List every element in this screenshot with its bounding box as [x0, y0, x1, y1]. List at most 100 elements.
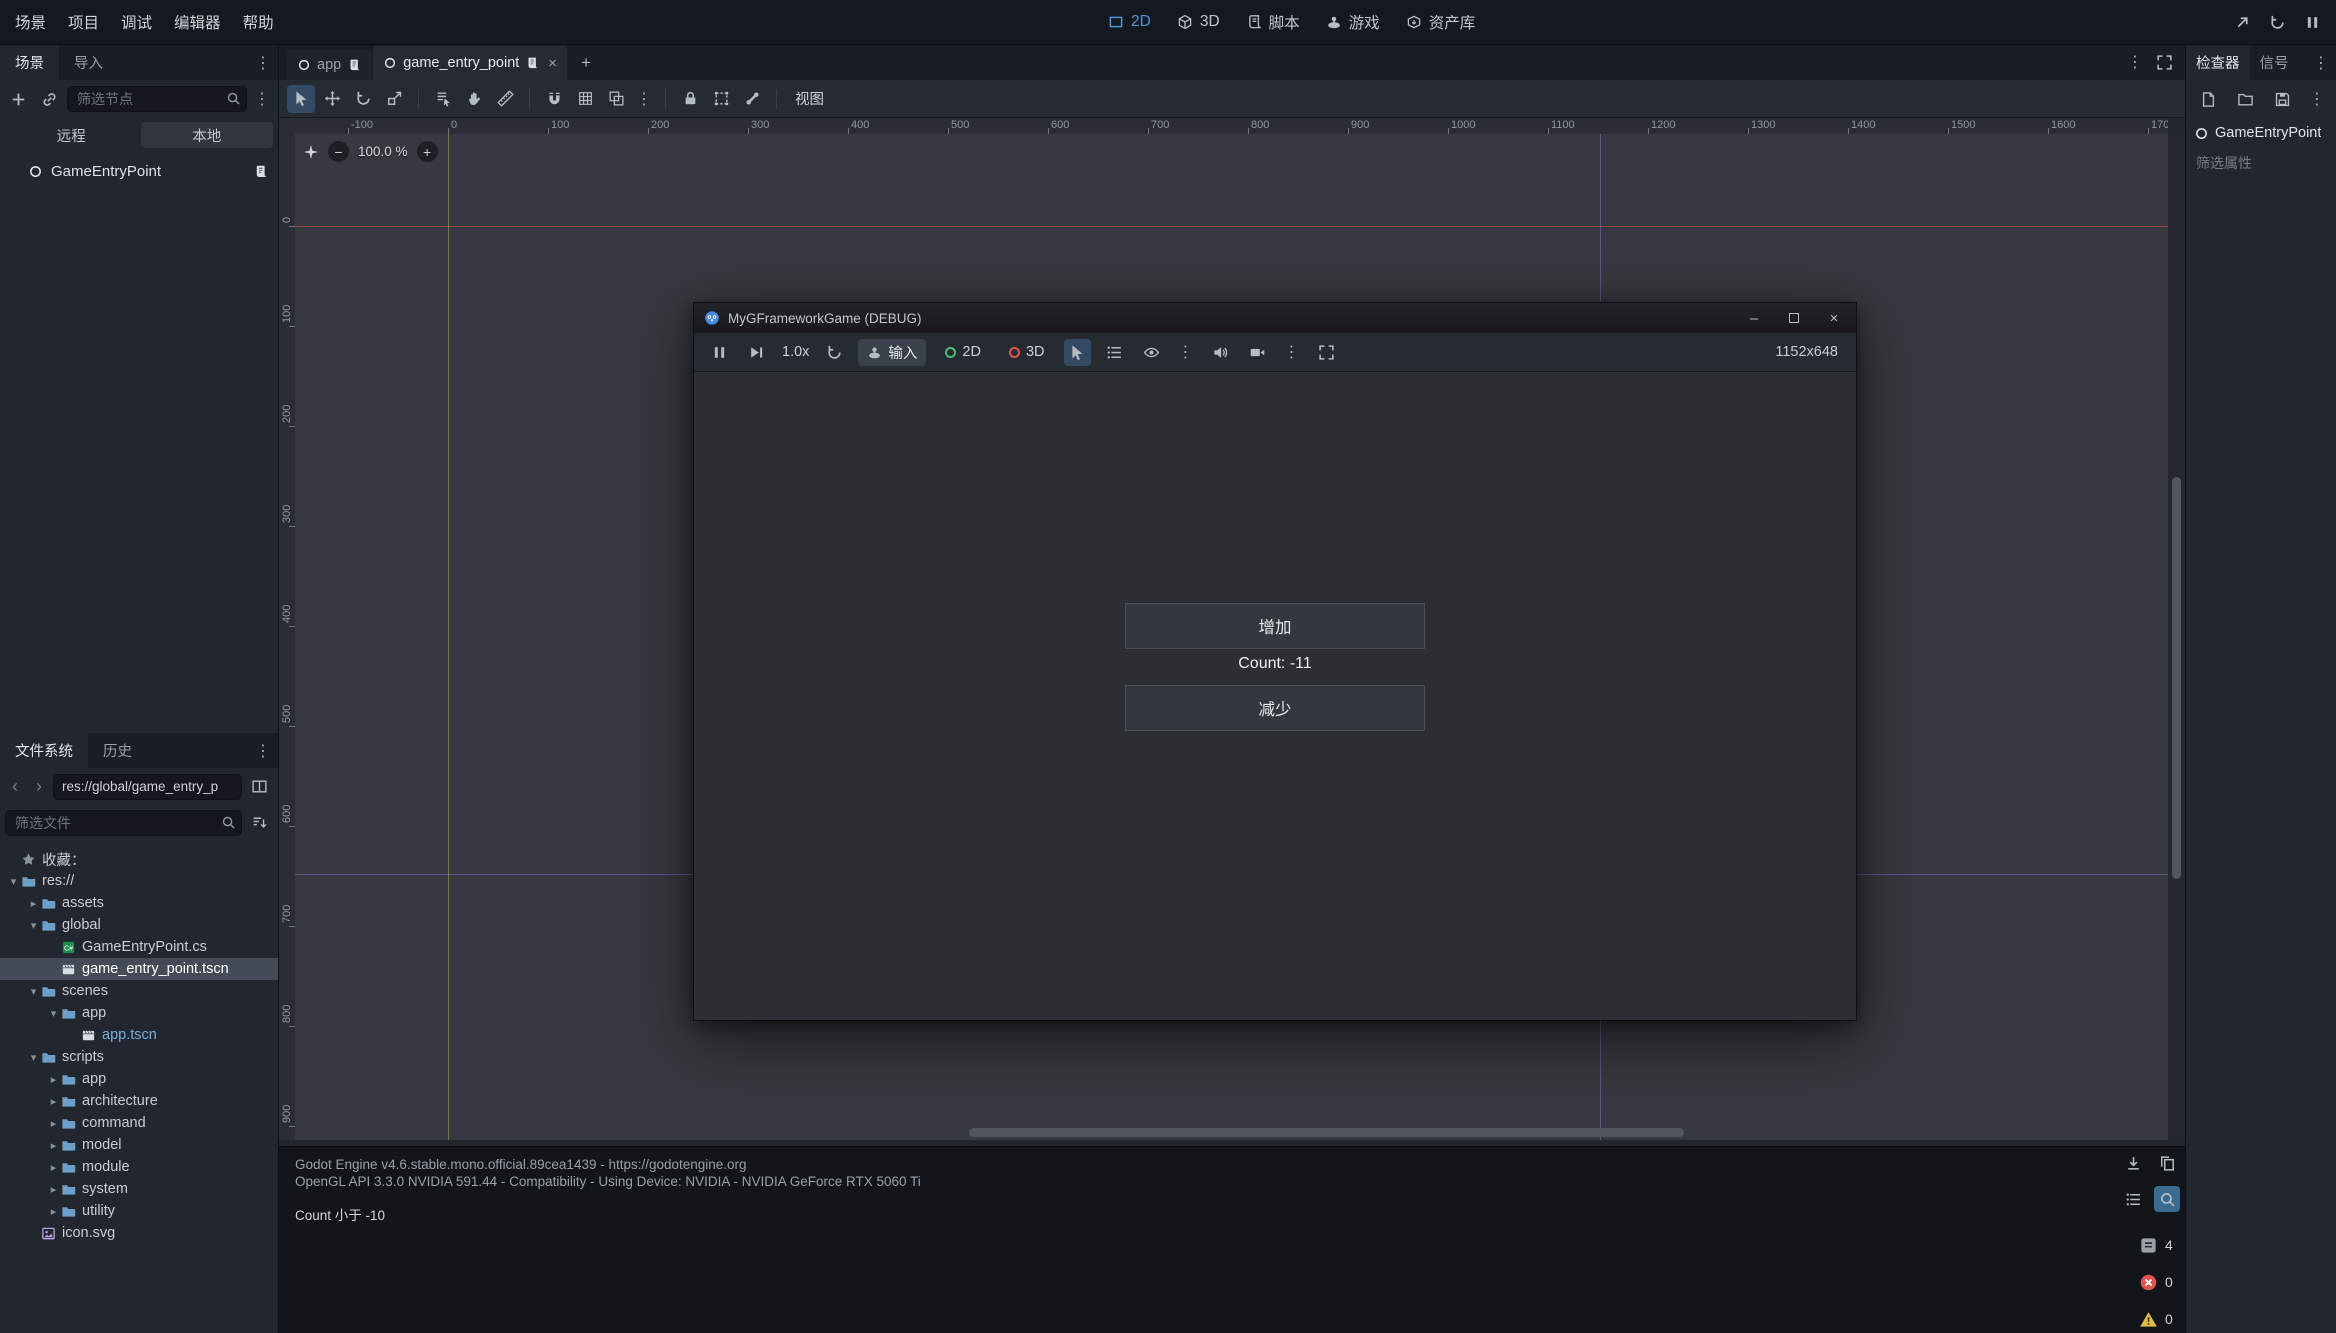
fs-tree-item[interactable]: GameEntryPoint.cs — [0, 936, 278, 958]
zoom-percent-button[interactable]: 100.0 % — [358, 144, 408, 159]
fullscreen-button[interactable] — [1313, 339, 1340, 366]
load-resource-button[interactable] — [2232, 86, 2259, 113]
game-viewport[interactable]: 增加 Count: -11 减少 — [694, 372, 1856, 1020]
suspend-button[interactable] — [706, 339, 733, 366]
expand-arrow[interactable]: ▾ — [26, 1051, 41, 1064]
filter-nodes-input[interactable] — [67, 86, 247, 112]
expand-arrow[interactable]: ▸ — [46, 1205, 61, 1218]
scene-tab-game-entry-point[interactable]: game_entry_point × — [373, 46, 567, 80]
audio-toggle-button[interactable] — [1207, 339, 1234, 366]
save-resource-button[interactable] — [2269, 86, 2296, 113]
expand-arrow[interactable]: ▾ — [26, 919, 41, 932]
canvas-horizontal-scrollbar[interactable] — [969, 1128, 1684, 1137]
menu-debug[interactable]: 调试 — [110, 0, 163, 44]
script-icon[interactable] — [525, 56, 539, 70]
increase-button[interactable]: 增加 — [1125, 603, 1425, 649]
minimize-button[interactable]: – — [1734, 303, 1774, 333]
expand-arrow[interactable]: ▸ — [46, 1183, 61, 1196]
fs-tree-item[interactable]: ▸system — [0, 1178, 278, 1200]
history-back-button[interactable]: ‹ — [5, 775, 25, 799]
pause-button[interactable] — [2299, 9, 2326, 36]
fs-tree-item[interactable]: ▸architecture — [0, 1090, 278, 1112]
rotate-tool-button[interactable] — [349, 85, 377, 113]
zoom-in-button[interactable]: + — [417, 141, 438, 162]
filter-properties-input[interactable]: 筛选属性 — [2186, 148, 2336, 178]
open-script-icon[interactable] — [253, 164, 268, 179]
input-mode-toggle[interactable]: 输入 — [858, 339, 926, 366]
game-window[interactable]: MyGFrameworkGame (DEBUG) – × 1.0x 输入 2D — [693, 302, 1857, 1021]
fs-tree-item[interactable]: ▸app — [0, 1068, 278, 1090]
close-tab-icon[interactable]: × — [548, 55, 557, 72]
tab-scene[interactable]: 场景 — [0, 45, 59, 80]
decrease-button[interactable]: 减少 — [1125, 685, 1425, 731]
expand-arrow[interactable]: ▸ — [46, 1117, 61, 1130]
ruler-tool-button[interactable] — [491, 85, 519, 113]
new-scene-tab-button[interactable]: + — [573, 50, 599, 76]
search-log-button[interactable] — [2154, 1186, 2180, 1212]
mode-3d-toggle[interactable]: 3D — [1000, 341, 1054, 363]
snap-toggle-button[interactable] — [540, 85, 568, 113]
scene-root-node[interactable]: GameEntryPoint — [0, 158, 278, 184]
game-window-titlebar[interactable]: MyGFrameworkGame (DEBUG) – × — [694, 303, 1856, 333]
game-options-icon[interactable]: ⋮ — [1175, 340, 1197, 364]
maximize-button[interactable] — [1774, 303, 1814, 333]
fs-tree-item[interactable]: ▸model — [0, 1134, 278, 1156]
workspace-game[interactable]: 游戏 — [1326, 11, 1380, 33]
remote-button[interactable]: 远程 — [5, 122, 138, 148]
workspace-assetlib[interactable]: 资产库 — [1406, 11, 1476, 33]
snap-options-icon[interactable]: ⋮ — [633, 87, 655, 111]
node-list-button[interactable] — [1101, 339, 1128, 366]
view-menu[interactable]: 视图 — [787, 88, 832, 109]
expand-arrow[interactable]: ▸ — [46, 1161, 61, 1174]
fs-tree-item[interactable]: ▾global — [0, 914, 278, 936]
skeleton-options-button[interactable] — [738, 85, 766, 113]
scene-tab-app[interactable]: app — [287, 49, 371, 80]
expand-arrow[interactable]: ▾ — [46, 1007, 61, 1020]
expand-arrow[interactable]: ▾ — [26, 985, 41, 998]
fs-tree-item[interactable]: ▸assets — [0, 892, 278, 914]
tab-import[interactable]: 导入 — [59, 45, 118, 80]
mode-2d-toggle[interactable]: 2D — [936, 341, 990, 363]
tab-inspector[interactable]: 检查器 — [2186, 45, 2250, 80]
workspace-2d[interactable]: 2D — [1108, 13, 1151, 31]
fs-tree-item[interactable]: app.tscn — [0, 1024, 278, 1046]
workspace-3d[interactable]: 3D — [1177, 13, 1220, 31]
tab-history[interactable]: 历史 — [88, 733, 147, 768]
errors-counter[interactable]: 0 — [2139, 1270, 2177, 1294]
grid-snap-button[interactable] — [571, 85, 599, 113]
scale-tool-button[interactable] — [380, 85, 408, 113]
local-button[interactable]: 本地 — [141, 122, 274, 148]
tab-filesystem[interactable]: 文件系统 — [0, 733, 88, 768]
menu-help[interactable]: 帮助 — [232, 0, 285, 44]
instance-scene-button[interactable] — [36, 86, 63, 113]
path-input[interactable] — [53, 774, 242, 800]
zoom-out-button[interactable]: − — [328, 141, 349, 162]
visibility-button[interactable] — [1138, 339, 1165, 366]
tab-list-menu-icon[interactable]: ⋮ — [2124, 50, 2146, 74]
fs-tree-item[interactable]: ▸module — [0, 1156, 278, 1178]
fs-tree-item[interactable]: game_entry_point.tscn — [0, 958, 278, 980]
close-window-button[interactable]: × — [1814, 303, 1854, 333]
fs-tree-item[interactable]: 收藏： — [0, 848, 278, 870]
reset-speed-button[interactable] — [821, 339, 848, 366]
fs-tree-item[interactable]: ▾res:// — [0, 870, 278, 892]
add-node-button[interactable] — [5, 86, 32, 113]
copy-log-button[interactable] — [2154, 1150, 2180, 1176]
scene-tree-menu-icon[interactable]: ⋮ — [251, 87, 273, 111]
group-node-button[interactable] — [707, 85, 735, 113]
filesystem-menu-icon[interactable]: ⋮ — [252, 739, 274, 763]
split-view-button[interactable] — [246, 773, 273, 800]
inspector-extra-menu-icon[interactable]: ⋮ — [2306, 87, 2328, 111]
expand-arrow[interactable]: ▸ — [46, 1139, 61, 1152]
messages-counter[interactable]: 4 — [2139, 1233, 2177, 1257]
fs-tree-item[interactable]: ▾app — [0, 1002, 278, 1024]
script-icon[interactable] — [347, 58, 361, 72]
camera-override-button[interactable] — [1244, 339, 1271, 366]
canvas-vertical-scrollbar[interactable] — [2168, 134, 2185, 1140]
run-arrow-button[interactable] — [2229, 9, 2256, 36]
lock-node-button[interactable] — [676, 85, 704, 113]
restart-button[interactable] — [2264, 9, 2291, 36]
warnings-counter[interactable]: 0 — [2139, 1307, 2177, 1331]
select-tool-button[interactable] — [287, 85, 315, 113]
sort-files-button[interactable] — [246, 809, 273, 836]
